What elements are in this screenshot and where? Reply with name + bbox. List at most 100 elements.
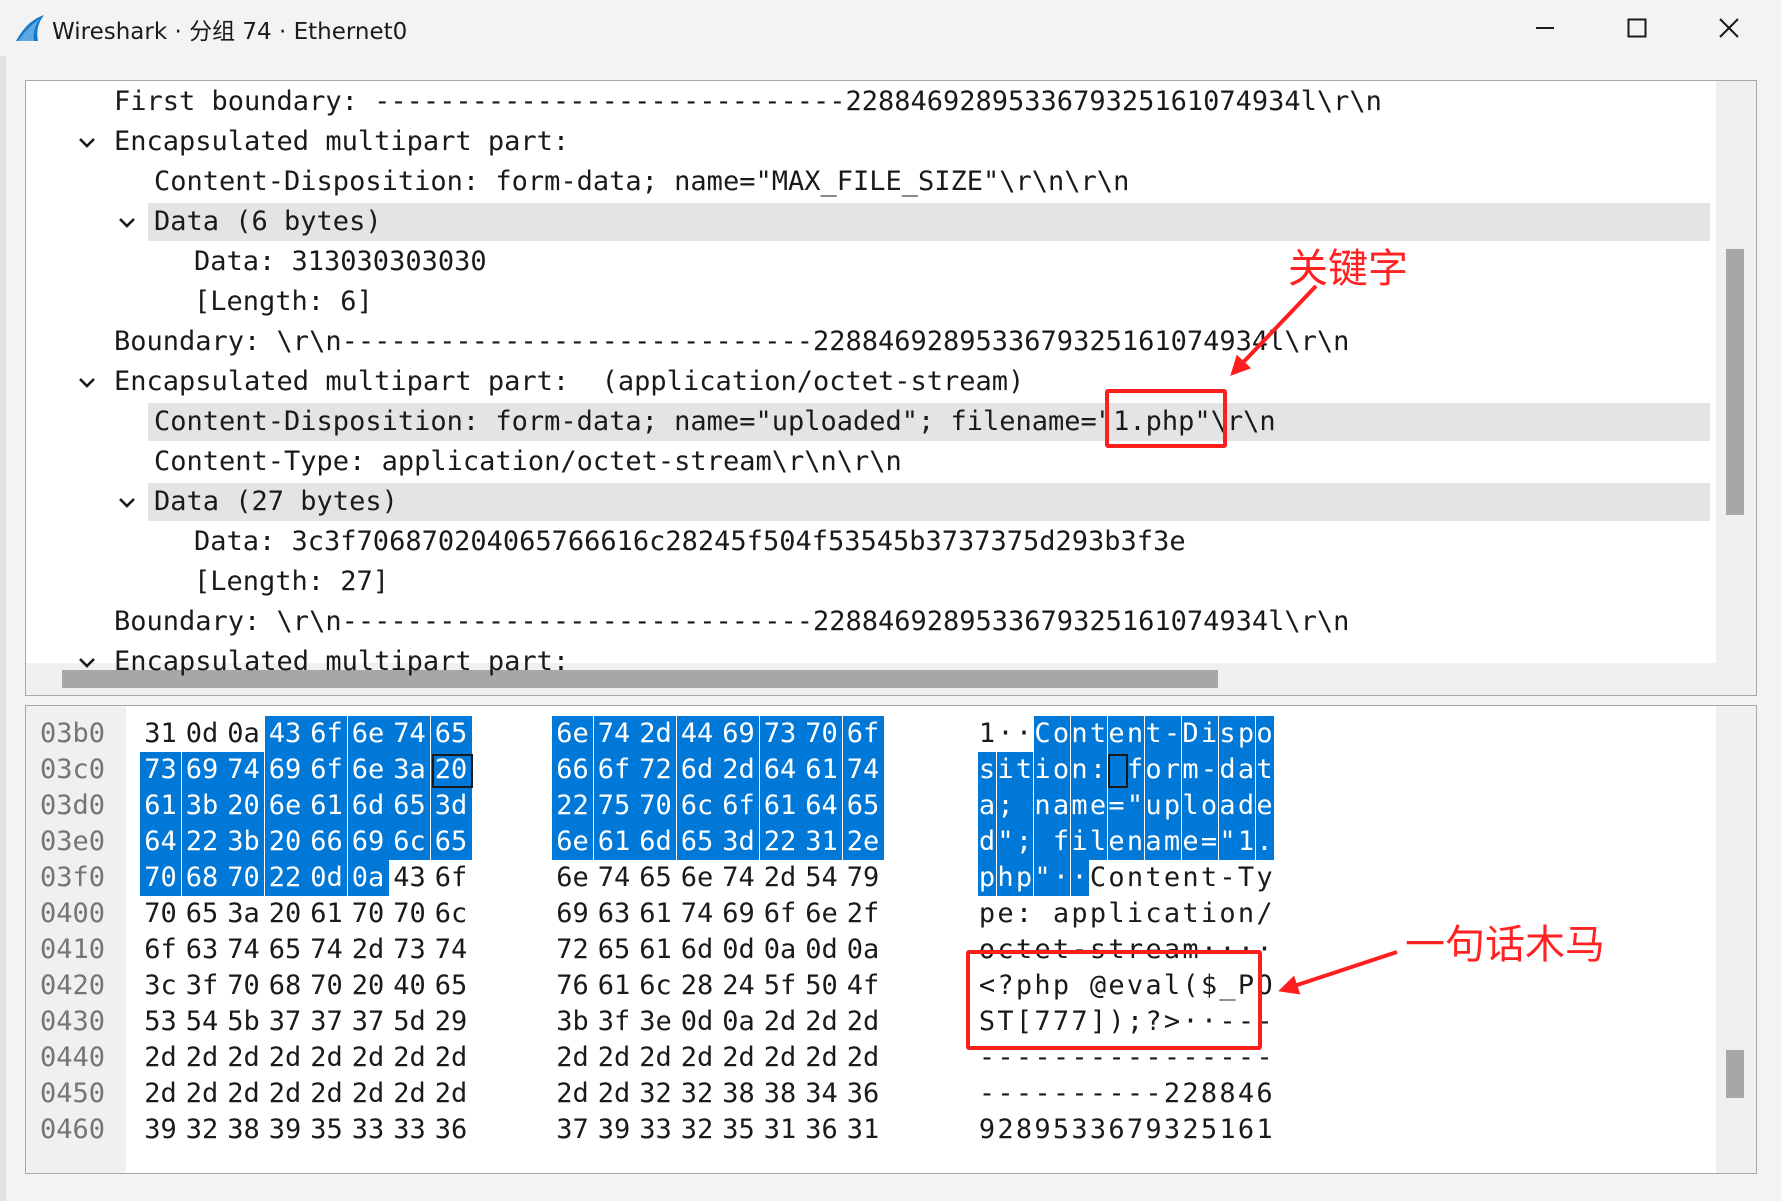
ascii-char[interactable]: 3: [1163, 1112, 1181, 1148]
hex-byte[interactable]: 5f: [760, 968, 801, 1004]
hex-byte[interactable]: 0d: [801, 932, 842, 968]
ascii-char[interactable]: -: [1052, 1076, 1070, 1112]
hex-byte[interactable]: 20: [223, 788, 264, 824]
hex-byte[interactable]: 2d: [140, 1040, 181, 1076]
hex-byte[interactable]: 32: [182, 1112, 223, 1148]
hex-byte[interactable]: 38: [223, 1112, 264, 1148]
ascii-char[interactable]: y: [1256, 860, 1274, 896]
ascii-char[interactable]: t: [1145, 860, 1163, 896]
maximize-button[interactable]: [1591, 0, 1683, 56]
hex-byte[interactable]: 3e: [635, 1004, 676, 1040]
ascii-char[interactable]: n: [1070, 716, 1089, 752]
hex-byte[interactable]: 74: [842, 752, 884, 788]
hex-byte[interactable]: 0d: [306, 860, 347, 896]
ascii-char[interactable]: c: [1145, 896, 1163, 932]
ascii-char[interactable]: 5: [1200, 1112, 1218, 1148]
hex-byte[interactable]: 74: [594, 860, 635, 896]
hex-byte[interactable]: 65: [430, 824, 472, 860]
hex-byte[interactable]: 0a: [223, 716, 264, 752]
hex-byte[interactable]: 54: [801, 860, 842, 896]
hex-byte[interactable]: 3a: [223, 896, 264, 932]
ascii-char[interactable]: :: [1015, 896, 1033, 932]
ascii-char[interactable]: l: [1181, 788, 1200, 824]
hex-byte[interactable]: 2d: [265, 1076, 306, 1112]
chevron-down-icon[interactable]: [78, 137, 96, 149]
hex-byte[interactable]: 5d: [389, 1004, 430, 1040]
hex-byte[interactable]: 6f: [593, 752, 635, 788]
tree-row[interactable]: First boundary: ------------------------…: [114, 83, 1382, 121]
hex-byte[interactable]: 6d: [347, 788, 389, 824]
ascii-char[interactable]: -: [1145, 1076, 1163, 1112]
hex-byte[interactable]: 65: [430, 716, 472, 752]
tree-row[interactable]: Encapsulated multipart part:: [114, 123, 569, 161]
ascii-char[interactable]: -: [1071, 1076, 1089, 1112]
ascii-char[interactable]: e: [1107, 824, 1126, 860]
ascii-char[interactable]: o: [1108, 860, 1126, 896]
hex-byte[interactable]: 37: [265, 1004, 306, 1040]
hex-byte[interactable]: 6e: [552, 860, 593, 896]
hex-byte[interactable]: 69: [181, 752, 223, 788]
hex-byte[interactable]: 2d: [306, 1076, 347, 1112]
ascii-char[interactable]: a: [1052, 896, 1070, 932]
ascii-char[interactable]: 9: [1034, 1112, 1052, 1148]
hex-byte[interactable]: 2d: [140, 1076, 181, 1112]
ascii-char[interactable]: i: [1033, 752, 1052, 788]
hex-byte[interactable]: 35: [718, 1112, 759, 1148]
hex-byte[interactable]: 61: [635, 896, 676, 932]
ascii-char[interactable]: -: [978, 1076, 996, 1112]
hex-byte[interactable]: 6f: [718, 788, 759, 824]
hex-byte[interactable]: 39: [140, 1112, 181, 1148]
ascii-char[interactable]: ": [1033, 860, 1052, 896]
ascii-char[interactable]: ": [1218, 824, 1237, 860]
ascii-char[interactable]: d: [1237, 788, 1255, 824]
hex-byte[interactable]: 74: [223, 752, 264, 788]
hex-byte[interactable]: 20: [348, 968, 389, 1004]
tree-row[interactable]: Encapsulated multipart part: (applicatio…: [114, 363, 1024, 401]
ascii-char[interactable]: o: [1052, 716, 1070, 752]
tree-row[interactable]: Boundary: \r\n--------------------------…: [114, 323, 1349, 361]
hex-byte[interactable]: 2d: [223, 1040, 264, 1076]
hex-byte[interactable]: 37: [306, 1004, 347, 1040]
ascii-char[interactable]: i: [1200, 896, 1218, 932]
ascii-char[interactable]: e: [1163, 860, 1181, 896]
ascii-char[interactable]: d: [1218, 752, 1237, 788]
hex-byte[interactable]: 2d: [182, 1040, 223, 1076]
close-button[interactable]: [1683, 0, 1775, 56]
hex-byte[interactable]: 20: [264, 824, 306, 860]
ascii-char[interactable]: a: [1163, 896, 1181, 932]
hex-byte[interactable]: 61: [306, 896, 347, 932]
ascii-char[interactable]: p: [1163, 788, 1181, 824]
tree-row[interactable]: Encapsulated multipart part:: [114, 643, 569, 681]
hex-byte[interactable]: 39: [265, 1112, 306, 1148]
hex-byte[interactable]: 53: [140, 1004, 181, 1040]
hex-byte[interactable]: 0d: [677, 1004, 718, 1040]
ascii-char[interactable]: o: [1144, 752, 1163, 788]
hex-byte[interactable]: 6e: [264, 788, 306, 824]
hex-byte[interactable]: 6e: [552, 716, 593, 752]
hex-byte[interactable]: 2d: [306, 1040, 347, 1076]
tree-row[interactable]: Data: 313030303030: [194, 243, 487, 281]
ascii-char[interactable]: e: [997, 896, 1015, 932]
ascii-char[interactable]: s: [1218, 716, 1237, 752]
hex-byte[interactable]: 6c: [431, 896, 472, 932]
ascii-char[interactable]: -: [997, 1076, 1015, 1112]
ascii-char[interactable]: t: [1255, 752, 1274, 788]
hex-byte[interactable]: 29: [431, 1004, 472, 1040]
ascii-char[interactable]: e: [1181, 824, 1200, 860]
chevron-down-icon[interactable]: [118, 497, 136, 509]
hex-byte[interactable]: 40: [389, 968, 430, 1004]
hex-byte[interactable]: 2d: [223, 1076, 264, 1112]
hex-byte[interactable]: 2d: [594, 1040, 635, 1076]
hex-byte[interactable]: 72: [635, 752, 676, 788]
hex-byte[interactable]: 61: [306, 788, 347, 824]
ascii-char[interactable]: -: [1200, 752, 1218, 788]
chevron-down-icon[interactable]: [118, 217, 136, 229]
ascii-char[interactable]: u: [1144, 788, 1163, 824]
ascii-char[interactable]: m: [1070, 788, 1089, 824]
ascii-char[interactable]: [1015, 788, 1033, 824]
hex-byte[interactable]: 20: [265, 896, 306, 932]
hex-byte[interactable]: 70: [140, 860, 181, 896]
hex-byte[interactable]: 0d: [718, 932, 759, 968]
hex-byte[interactable]: 74: [306, 932, 347, 968]
hex-byte[interactable]: 73: [389, 932, 430, 968]
